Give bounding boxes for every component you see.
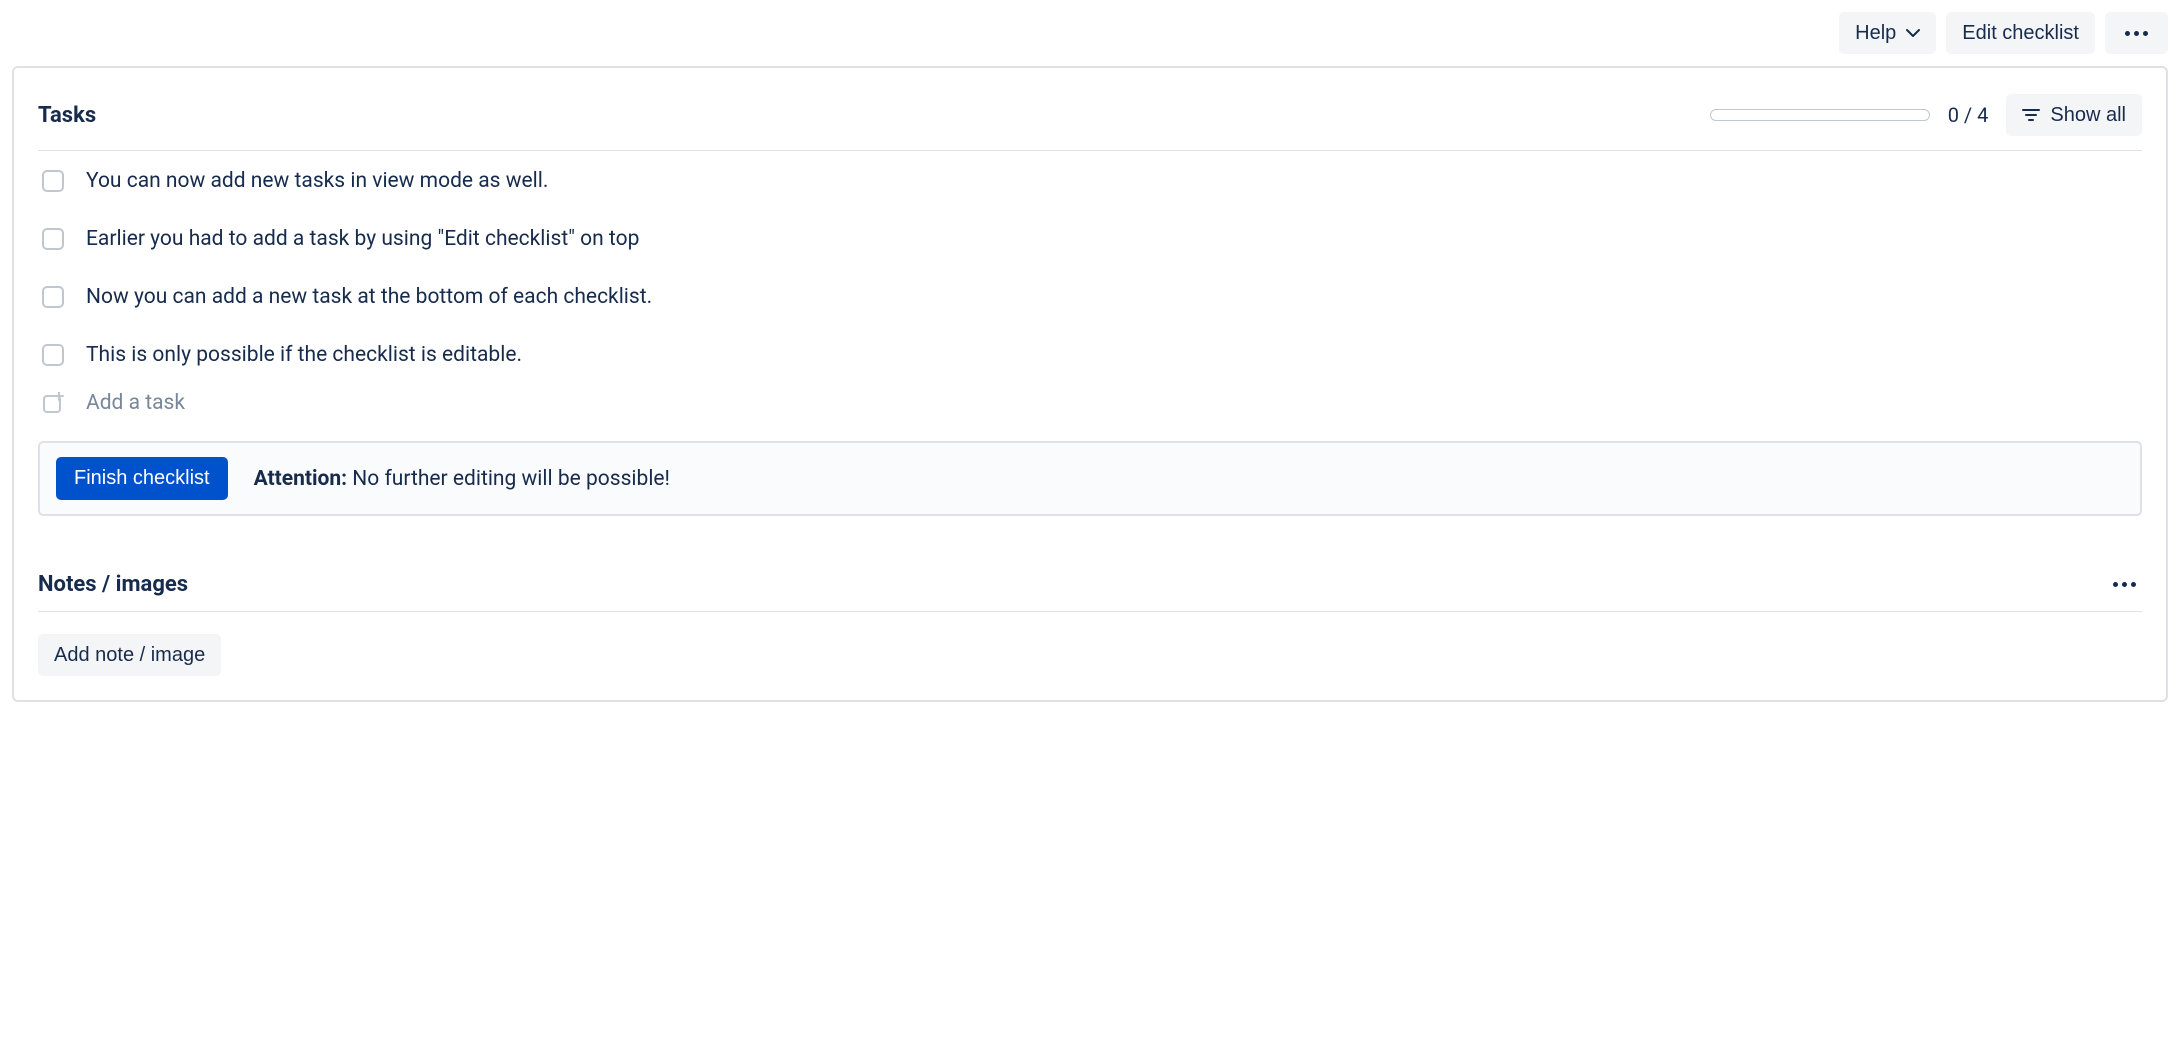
edit-checklist-label: Edit checklist bbox=[1962, 20, 2079, 46]
finish-banner: Finish checklist Attention: No further e… bbox=[38, 441, 2142, 516]
task-row: This is only possible if the checklist i… bbox=[38, 343, 2142, 367]
finish-checklist-label: Finish checklist bbox=[74, 467, 210, 489]
show-all-button[interactable]: Show all bbox=[2006, 94, 2142, 136]
tasks-header: Tasks 0 / 4 Show all bbox=[38, 94, 2142, 151]
task-checkbox[interactable] bbox=[42, 344, 64, 366]
notes-header: Notes / images bbox=[38, 572, 2142, 612]
progress-count: 0 / 4 bbox=[1948, 103, 1989, 127]
attention-message: No further editing will be possible! bbox=[352, 467, 670, 491]
add-task-row[interactable]: Add a task bbox=[38, 391, 2142, 415]
filter-icon bbox=[2022, 108, 2040, 122]
task-text: You can now add new tasks in view mode a… bbox=[86, 169, 548, 193]
task-checkbox[interactable] bbox=[42, 228, 64, 250]
progress-bar bbox=[1710, 109, 1930, 121]
task-text: Earlier you had to add a task by using "… bbox=[86, 227, 639, 251]
edit-checklist-button[interactable]: Edit checklist bbox=[1946, 12, 2095, 54]
tasks-title: Tasks bbox=[38, 103, 96, 128]
notes-title: Notes / images bbox=[38, 572, 188, 597]
help-button[interactable]: Help bbox=[1839, 12, 1936, 54]
finish-banner-text: Attention: No further editing will be po… bbox=[254, 467, 670, 491]
notes-section: Notes / images Add note / image bbox=[38, 572, 2142, 676]
attention-label: Attention: bbox=[254, 467, 347, 491]
task-text: This is only possible if the checklist i… bbox=[86, 343, 522, 367]
task-list: You can now add new tasks in view mode a… bbox=[38, 169, 2142, 367]
task-checkbox[interactable] bbox=[42, 170, 64, 192]
task-row: You can now add new tasks in view mode a… bbox=[38, 169, 2142, 193]
show-all-label: Show all bbox=[2050, 102, 2126, 128]
task-checkbox[interactable] bbox=[42, 286, 64, 308]
task-row: Earlier you had to add a task by using "… bbox=[38, 227, 2142, 251]
add-note-button[interactable]: Add note / image bbox=[38, 634, 221, 676]
more-actions-button[interactable] bbox=[2105, 12, 2168, 54]
add-note-label: Add note / image bbox=[54, 642, 205, 668]
help-button-label: Help bbox=[1855, 20, 1896, 46]
top-toolbar: Help Edit checklist bbox=[12, 12, 2168, 54]
add-task-icon bbox=[42, 392, 64, 414]
task-row: Now you can add a new task at the bottom… bbox=[38, 285, 2142, 309]
checklist-panel: Tasks 0 / 4 Show all bbox=[12, 66, 2168, 702]
finish-checklist-button[interactable]: Finish checklist bbox=[56, 457, 228, 500]
notes-more-button[interactable] bbox=[2107, 578, 2142, 591]
add-task-placeholder: Add a task bbox=[86, 391, 185, 415]
task-text: Now you can add a new task at the bottom… bbox=[86, 285, 652, 309]
more-horizontal-icon bbox=[2119, 27, 2154, 40]
chevron-down-icon bbox=[1906, 28, 1920, 38]
